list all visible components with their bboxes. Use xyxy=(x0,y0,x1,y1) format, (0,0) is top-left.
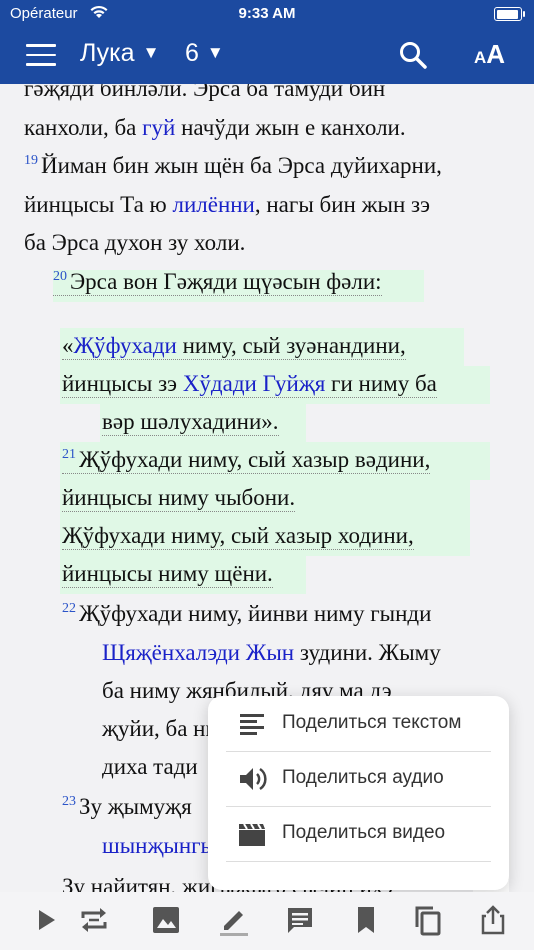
glossary-link[interactable]: Җўфухади xyxy=(74,333,177,358)
font-size-icon[interactable]: AA xyxy=(474,39,505,70)
bottom-toolbar xyxy=(0,892,534,950)
chapter-selector[interactable]: 6 ▼ xyxy=(185,39,224,68)
text-line: Җўфухади ниму, сый хазыр ходини, xyxy=(62,523,414,550)
share-text-button[interactable]: Поделиться текстом xyxy=(226,696,491,751)
text-line: 20 Эрса вон Гәҗяди щүәсын фәли: xyxy=(53,269,382,296)
app-header: Лука ▼ 6 ▼ AA xyxy=(0,28,534,84)
clapperboard-icon xyxy=(239,823,265,846)
share-icon[interactable] xyxy=(477,904,509,936)
text-line: Щяҗёнхалэди Жын зудини. Жыму xyxy=(102,640,441,665)
text-line: шынҗынгы xyxy=(102,833,216,859)
verse-number: 23 xyxy=(62,794,76,809)
play-icon[interactable] xyxy=(30,904,62,936)
share-video-button[interactable]: Поделиться видео xyxy=(226,806,491,861)
share-item-label: Поделиться аудио xyxy=(282,767,444,788)
image-icon[interactable] xyxy=(150,904,182,936)
text-line: җуйи, ба ни xyxy=(102,716,218,741)
chevron-down-icon: ▼ xyxy=(206,43,224,62)
copy-icon[interactable] xyxy=(412,904,444,936)
text-lines-icon xyxy=(240,714,264,735)
text-line: йинцысы ниму чыбони. xyxy=(62,485,296,512)
glossary-link[interactable]: Щяҗёнхалэди Жын xyxy=(102,640,294,665)
verse-number: 20 xyxy=(53,269,67,284)
verse-number: 22 xyxy=(62,601,76,616)
text-line: 23 Зу җымуҗя xyxy=(62,794,192,819)
repeat-icon[interactable] xyxy=(78,904,110,936)
battery-icon xyxy=(494,7,525,21)
share-item-label: Поделиться текстом xyxy=(282,712,462,733)
glossary-link[interactable]: шынҗынгы xyxy=(102,833,216,858)
clock: 9:33 AM xyxy=(238,5,296,22)
book-name: Лука xyxy=(80,39,135,67)
share-menu: Поделиться текстом Поделиться аудио Поде… xyxy=(208,696,509,890)
text-line: йинцысы ниму щёни. xyxy=(62,561,273,588)
text-line: 21 Җўфухади ниму, сый хазыр вәдини, xyxy=(62,447,431,474)
glossary-link[interactable]: Хўдади Гуйҗя xyxy=(183,371,325,396)
text-line: ба Эрса духон зу холи. xyxy=(24,230,246,255)
book-selector[interactable]: Лука ▼ xyxy=(80,39,159,68)
text-line: гәҗяди бинләли. Эрса ба тамуди бин xyxy=(24,84,386,101)
text-line: диха тади xyxy=(102,754,198,779)
glossary-link[interactable]: лилённи xyxy=(172,192,254,217)
text-line: йинцысы Та ю лилённи, нагы бин жын зэ xyxy=(24,192,430,217)
hamburger-menu-icon[interactable] xyxy=(26,44,56,66)
status-bar: Opérateur 9:33 AM xyxy=(0,0,534,28)
search-icon[interactable] xyxy=(398,40,428,70)
share-item-label: Поделиться видео xyxy=(282,822,446,843)
verse-number: 21 xyxy=(62,447,76,462)
text-line: «Җўфухади ниму, сый зуәнандини, xyxy=(62,333,406,360)
verse-number: 19 xyxy=(24,153,38,168)
text-line: йинцысы зэ Хўдади Гуйҗя ги ниму ба xyxy=(62,371,437,398)
divider xyxy=(226,861,491,862)
top-bar: Opérateur 9:33 AM Лука ▼ 6 ▼ AA xyxy=(0,0,534,84)
text-line: 22 Җўфухади ниму, йинви ниму гынди xyxy=(62,601,432,626)
text-line: канхоли, ба гуй начўди жын е канхоли. xyxy=(24,115,406,140)
glossary-link[interactable]: гуй xyxy=(142,115,175,140)
pencil-icon[interactable] xyxy=(218,904,250,936)
chevron-down-icon: ▼ xyxy=(142,43,160,62)
text-line: вәр шәлухадини». xyxy=(102,409,279,436)
note-icon[interactable] xyxy=(284,904,316,936)
speaker-icon xyxy=(240,767,267,791)
text-line: 19 Йиман бин жын щён ба Эрса дуйихарни, xyxy=(24,153,442,178)
chapter-number: 6 xyxy=(185,39,199,67)
bookmark-icon[interactable] xyxy=(350,904,382,936)
share-audio-button[interactable]: Поделиться аудио xyxy=(226,751,491,806)
